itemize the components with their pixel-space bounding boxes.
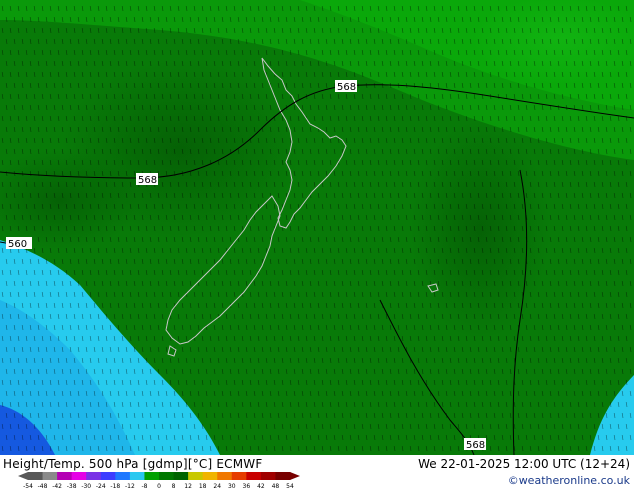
colorbar-tick-label: 30 <box>228 483 236 490</box>
colorbar-tick-label: -18 <box>110 483 120 490</box>
colorbar-segment <box>159 472 175 480</box>
colorbar-segment <box>100 472 116 480</box>
map-title: Height/Temp. 500 hPa [gdmp][°C] ECMWF <box>3 457 263 471</box>
colorbar-tick-label: -12 <box>125 483 135 490</box>
colorbar-tick-label: 0 <box>157 483 161 490</box>
colorbar-arrow-low <box>18 472 28 480</box>
colorbar-segment <box>71 472 87 480</box>
colorbar-segment <box>42 472 58 480</box>
valid-time: We 22-01-2025 12:00 UTC (12+24) <box>418 457 630 471</box>
map-footer: Height/Temp. 500 hPa [gdmp][°C] ECMWF We… <box>0 455 634 490</box>
colorbar-tick-label: 18 <box>199 483 207 490</box>
contour-label: 568 <box>466 440 485 451</box>
contour-label: 568 <box>337 82 356 93</box>
colorbar-segment <box>173 472 189 480</box>
colorbar-arrow-high <box>290 472 300 480</box>
colorbar-tick-label: 12 <box>184 483 192 490</box>
colorbar-segment <box>217 472 233 480</box>
colorbar-tick-label: 8 <box>172 483 176 490</box>
colorbar-segment <box>115 472 131 480</box>
colorbar-tick-label: 54 <box>286 483 294 490</box>
color-legend: -54 -48 -42 -38 -30 -24 -18 -12 -8 0 8 12 18 24 30 36 42… <box>2 471 302 490</box>
credit-link[interactable]: ©weatheronline.co.uk <box>508 474 630 487</box>
colorbar-tick-label: -54 <box>23 483 33 490</box>
colorbar-segment <box>246 472 262 480</box>
colorbar-segment <box>202 472 218 480</box>
colorbar-tick-label: -24 <box>96 483 106 490</box>
colorbar-tick-label: -8 <box>141 483 147 490</box>
colorbar-tick-label: -42 <box>52 483 62 490</box>
colorbar-segment <box>231 472 247 480</box>
colorbar-segment <box>260 472 276 480</box>
colorbar-segment <box>275 472 291 480</box>
colorbar-segment <box>57 472 73 480</box>
colorbar-tick-label: 36 <box>243 483 251 490</box>
colorbar-segment <box>188 472 204 480</box>
colorbar-tick-label: -30 <box>81 483 91 490</box>
colorbar-segment <box>129 472 145 480</box>
colorbar-segment <box>28 472 44 480</box>
colorbar-segment <box>86 472 102 480</box>
colorbar-segment <box>144 472 160 480</box>
colorbar-tick-label: -38 <box>67 483 77 490</box>
weather-map: 568 568 560 568 <box>0 0 634 455</box>
colorbar-tick-label: 48 <box>272 483 280 490</box>
contour-label: 560 <box>8 239 27 250</box>
colorbar-tick-label: 42 <box>257 483 265 490</box>
colorbar-tick-label: 24 <box>213 483 221 490</box>
colorbar-tick-label: -48 <box>38 483 48 490</box>
contour-label: 568 <box>138 175 157 186</box>
